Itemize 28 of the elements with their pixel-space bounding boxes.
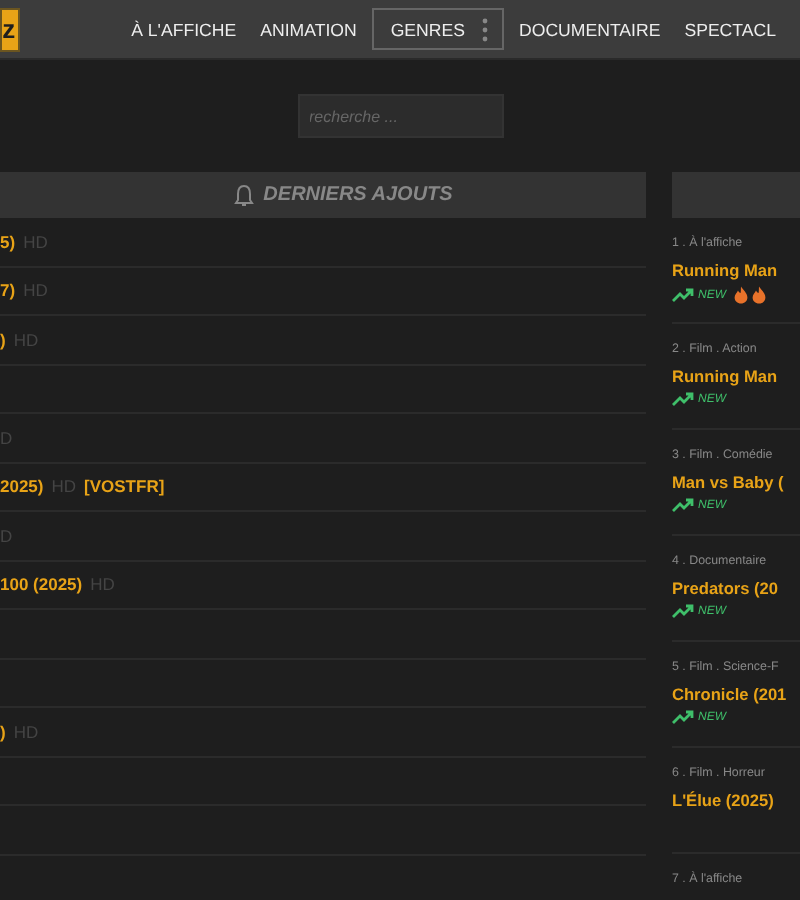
movie-title-link[interactable]: 7) bbox=[0, 280, 16, 301]
more-icon bbox=[481, 17, 487, 41]
nav-link[interactable]: À L'AFFICHE bbox=[131, 19, 237, 39]
movie-title-link[interactable]: Predators (20 bbox=[672, 578, 800, 598]
logo[interactable]: z bbox=[0, 7, 20, 51]
movie-title-link[interactable]: Running Man bbox=[672, 366, 800, 386]
section-title: DERNIERS AJOUTS bbox=[263, 184, 453, 206]
movie-title-link[interactable]: 2025) bbox=[0, 476, 44, 497]
language-tag: [VOSTFR] bbox=[84, 476, 165, 497]
movie-title-link[interactable]: Running Man bbox=[672, 260, 800, 280]
trending-icon bbox=[672, 498, 694, 512]
search-field[interactable]: recherche ... bbox=[297, 94, 503, 138]
movie-title-link[interactable]: 5) bbox=[0, 231, 16, 252]
bell-icon bbox=[233, 183, 254, 207]
nav-link[interactable]: SPECTACL bbox=[684, 19, 776, 39]
movie-title-link[interactable]: L'Élue (2025) bbox=[672, 790, 800, 810]
genres-dropdown[interactable]: GENRES bbox=[372, 8, 503, 50]
nav-link[interactable]: ANIMATION bbox=[260, 19, 357, 39]
movie-title-link[interactable]: Chronicle (201 bbox=[672, 684, 800, 704]
movie-title-link[interactable]: 100 (2025) bbox=[0, 574, 83, 595]
trending-icon bbox=[672, 288, 694, 302]
trending-icon bbox=[672, 604, 694, 618]
trending-icon bbox=[672, 392, 694, 406]
trending-icon bbox=[672, 710, 694, 724]
movie-title-link[interactable]: ) bbox=[0, 721, 6, 742]
nav-link[interactable]: DOCUMENTAIRE bbox=[519, 19, 661, 39]
movie-title-link[interactable]: ) bbox=[0, 329, 6, 350]
movie-title-link[interactable]: Man vs Baby ( bbox=[672, 472, 800, 492]
